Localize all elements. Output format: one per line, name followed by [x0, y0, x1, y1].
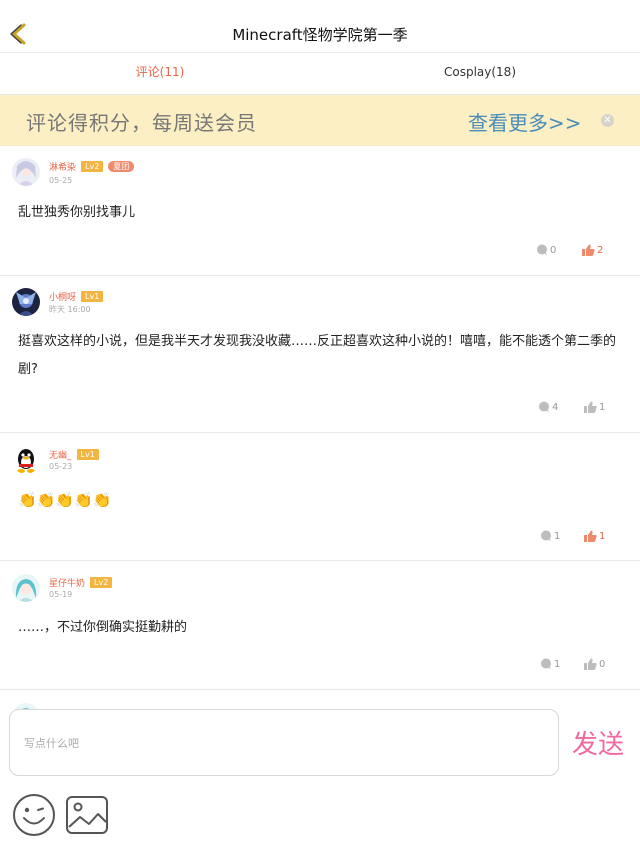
thumbs-up-icon [582, 244, 595, 259]
level-badge: Lv2 [90, 577, 113, 588]
like-button[interactable]: 1 [584, 530, 605, 545]
tab-comments[interactable]: 评论(11) [0, 53, 320, 95]
comment-bubble-icon [536, 244, 548, 259]
like-count: 1 [599, 531, 606, 542]
like-button[interactable]: 0 [584, 658, 605, 673]
comment-input-box[interactable] [9, 709, 559, 776]
comment-item: 小桐呀 Lv1 昨天 16:00 挺喜欢这样的小说，但是我半天才发现我没收藏……反… [0, 276, 640, 433]
comment-time: 05-19 [49, 590, 73, 599]
thumbs-up-icon [584, 401, 597, 416]
thumbs-up-icon [584, 530, 597, 545]
comment-bubble-icon [538, 401, 550, 416]
username[interactable]: 淋希染 [49, 163, 76, 173]
reply-count: 0 [550, 245, 557, 256]
reply-button[interactable]: 0 [536, 244, 556, 259]
comment-user-line: 淋希染 Lv2 夏团 [49, 160, 135, 173]
comment-item: 淋希染 Lv2 夏团 05-25 乱世独秀你别找事儿 0 2 [0, 146, 640, 276]
reply-count: 4 [552, 402, 559, 413]
banner-text: 评论得积分，每周送会员 [26, 111, 257, 135]
comment-text: 挺喜欢这样的小说，但是我半天才发现我没收藏……反正超喜欢这种小说的！嘻嘻，能不能… [18, 334, 617, 377]
comment-time: 昨天 16:00 [49, 305, 91, 314]
comment-list: 淋希染 Lv2 夏团 05-25 乱世独秀你别找事儿 0 2 小桐呀 Lv1 昨天 1… [0, 146, 640, 731]
comment-user-line: 小桐呀 Lv1 [49, 290, 104, 303]
username[interactable]: 小桐呀 [49, 293, 76, 303]
reply-count: 1 [554, 659, 561, 670]
like-count: 1 [599, 402, 606, 413]
tab-cosplay[interactable]: Cosplay(18) [320, 53, 640, 95]
comment-time: 05-23 [49, 462, 73, 471]
level-badge: Lv1 [76, 449, 99, 460]
page-title: Minecraft怪物学院第一季 [232, 26, 408, 44]
promo-banner: 评论得积分，每周送会员 查看更多>> [0, 95, 640, 146]
avatar[interactable] [12, 288, 40, 316]
reply-count: 1 [554, 531, 561, 542]
close-icon[interactable]: ✕ [601, 114, 614, 127]
reply-button[interactable]: 4 [538, 401, 558, 416]
avatar[interactable] [12, 574, 40, 602]
comment-bubble-icon [540, 658, 552, 673]
vip-badge: 夏团 [108, 161, 135, 172]
level-badge: Lv2 [81, 161, 104, 172]
nav-bar: Minecraft怪物学院第一季 [0, 0, 640, 53]
thumbs-up-icon [584, 658, 597, 673]
comment-user-line: 星仔牛奶 Lv2 [49, 576, 113, 589]
send-button[interactable]: 发送 [572, 724, 624, 761]
level-badge: Lv1 [81, 291, 104, 302]
image-icon[interactable] [65, 795, 109, 835]
comment-text: 👏👏👏👏👏 [18, 491, 112, 509]
like-button[interactable]: 1 [584, 401, 605, 416]
like-count: 2 [597, 245, 604, 256]
comment-text: ……，不过你倒确实挺勤耕的 [18, 620, 188, 635]
like-count: 0 [599, 659, 606, 670]
comment-bubble-icon [540, 530, 552, 545]
comment-text: 乱世独秀你别找事儿 [18, 205, 136, 220]
tab-bar: 评论(11) Cosplay(18) [0, 53, 640, 95]
comment-item: 星仔牛奶 Lv2 05-19 ……，不过你倒确实挺勤耕的 1 0 [0, 561, 640, 690]
comment-time: 05-25 [49, 176, 73, 185]
comment-item: 无幽_ Lv1 05-23 👏👏👏👏👏 1 1 [0, 433, 640, 561]
avatar[interactable] [12, 158, 40, 186]
reply-button[interactable]: 1 [540, 530, 560, 545]
banner-more-link[interactable]: 查看更多>> [468, 107, 582, 136]
comment-user-line: 无幽_ Lv1 [49, 448, 99, 461]
username[interactable]: 无幽_ [49, 451, 72, 461]
avatar[interactable] [12, 446, 40, 474]
reply-button[interactable]: 1 [540, 658, 560, 673]
username[interactable]: 星仔牛奶 [49, 579, 85, 589]
comment-input[interactable] [24, 732, 524, 754]
like-button[interactable]: 2 [582, 244, 603, 259]
emoji-icon[interactable] [12, 793, 56, 837]
